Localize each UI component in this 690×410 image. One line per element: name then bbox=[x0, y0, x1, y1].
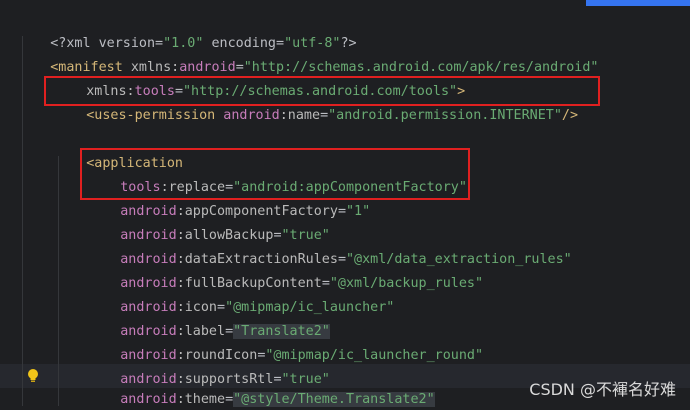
code-line-12[interactable]: android:icon="@mipmap/ic_launcher" bbox=[88, 272, 394, 315]
namespace-prefix: android bbox=[120, 392, 177, 407]
code-line-11[interactable]: android:fullBackupContent="@xml/backup_r… bbox=[88, 248, 483, 291]
uses-permission-tag: <uses-permission bbox=[86, 108, 216, 123]
attr-value: "1" bbox=[346, 204, 371, 219]
watermark: CSDN @不褌名好难 bbox=[529, 380, 676, 399]
code-line-10[interactable]: android:dataExtractionRules="@xml/data_e… bbox=[88, 224, 571, 267]
equals-sign: = bbox=[225, 392, 234, 407]
equals-sign: = bbox=[320, 108, 329, 123]
code-line-2[interactable]: <manifest xmlns:android="http://schemas.… bbox=[18, 32, 598, 75]
code-line-16[interactable]: android:theme="@style/Theme.Translate2" bbox=[88, 364, 435, 407]
attr-value: "android.permission.INTERNET" bbox=[328, 108, 562, 123]
equals-sign: = bbox=[337, 204, 346, 219]
code-line-14[interactable]: android:roundIcon="@mipmap/ic_launcher_r… bbox=[88, 320, 483, 363]
annotation-box-permission bbox=[44, 76, 600, 106]
code-line-1[interactable]: <?xml version="1.0" encoding="utf-8"?> bbox=[18, 8, 356, 51]
editor-gutter[interactable] bbox=[0, 0, 14, 410]
code-line-13[interactable]: android:label="Translate2" bbox=[88, 296, 330, 339]
attr-name: :theme bbox=[176, 392, 226, 407]
code-line-9[interactable]: android:allowBackup="true" bbox=[88, 200, 330, 243]
code-editor[interactable]: <?xml version="1.0" encoding="utf-8"?> <… bbox=[0, 0, 690, 410]
top-accent-bar bbox=[586, 0, 690, 6]
attr-value: "@style/Theme.Translate2" bbox=[233, 392, 435, 407]
tag-close: /> bbox=[561, 108, 579, 123]
lightbulb-icon[interactable] bbox=[27, 368, 39, 384]
namespace-prefix: android bbox=[215, 108, 280, 123]
attr-name: :name bbox=[279, 108, 321, 123]
annotation-box-application-attrs bbox=[80, 148, 470, 200]
